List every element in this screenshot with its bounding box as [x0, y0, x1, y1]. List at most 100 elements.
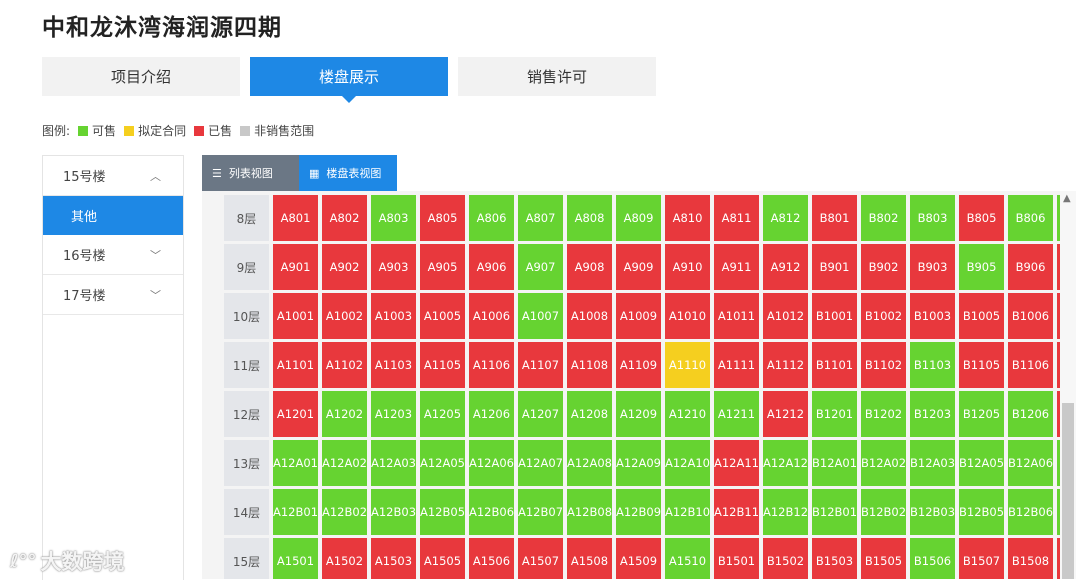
unit-cell[interactable]: B1001 — [812, 293, 857, 339]
unit-cell[interactable]: B12B06 — [1008, 489, 1053, 535]
unit-cell[interactable]: A802 — [322, 195, 367, 241]
unit-cell[interactable]: B12A02 — [861, 440, 906, 486]
unit-cell[interactable]: B806 — [1008, 195, 1053, 241]
unit-cell[interactable]: A1111 — [714, 342, 759, 388]
unit-cell[interactable]: B12A06 — [1008, 440, 1053, 486]
unit-cell[interactable]: A12A01 — [273, 440, 318, 486]
unit-cell[interactable]: A1101 — [273, 342, 318, 388]
tab-sales-permit[interactable]: 销售许可 — [458, 57, 656, 96]
unit-cell[interactable]: A903 — [371, 244, 416, 290]
unit-cell[interactable]: B1003 — [910, 293, 955, 339]
scrollbar-thumb[interactable] — [1062, 403, 1074, 579]
unit-cell[interactable]: B12B05 — [959, 489, 1004, 535]
unit-cell[interactable]: A1009 — [616, 293, 661, 339]
unit-cell[interactable]: B802 — [861, 195, 906, 241]
unit-cell[interactable]: A12A05 — [420, 440, 465, 486]
unit-cell[interactable]: A12B09 — [616, 489, 661, 535]
unit-cell[interactable]: A1509 — [616, 538, 661, 579]
tab-project-intro[interactable]: 项目介绍 — [42, 57, 240, 96]
unit-cell[interactable]: A912 — [763, 244, 808, 290]
unit-cell[interactable]: B905 — [959, 244, 1004, 290]
unit-cell[interactable]: A1210 — [665, 391, 710, 437]
unit-cell[interactable]: A911 — [714, 244, 759, 290]
unit-cell[interactable]: B803 — [910, 195, 955, 241]
unit-cell[interactable]: A12B11 — [714, 489, 759, 535]
unit-cell[interactable]: A12A12 — [763, 440, 808, 486]
unit-cell[interactable]: A1003 — [371, 293, 416, 339]
unit-cell[interactable]: B1102 — [861, 342, 906, 388]
unit-cell[interactable]: A1203 — [371, 391, 416, 437]
unit-cell[interactable]: A1103 — [371, 342, 416, 388]
unit-cell[interactable]: A1503 — [371, 538, 416, 579]
unit-cell[interactable]: B12B02 — [861, 489, 906, 535]
board-scrollbar[interactable]: ▲ — [1060, 191, 1076, 579]
unit-cell[interactable]: B1206 — [1008, 391, 1053, 437]
unit-cell[interactable]: A803 — [371, 195, 416, 241]
unit-cell[interactable]: A1207 — [518, 391, 563, 437]
unit-cell[interactable]: A901 — [273, 244, 318, 290]
unit-cell[interactable]: A1506 — [469, 538, 514, 579]
sidebar-item-building-15[interactable]: 15号楼 ︿ — [43, 156, 183, 196]
unit-cell[interactable]: B12B01 — [812, 489, 857, 535]
unit-cell[interactable]: A910 — [665, 244, 710, 290]
unit-cell[interactable]: A1001 — [273, 293, 318, 339]
unit-cell[interactable]: A12A02 — [322, 440, 367, 486]
unit-cell[interactable]: A12B01 — [273, 489, 318, 535]
unit-cell[interactable]: A1012 — [763, 293, 808, 339]
unit-cell[interactable]: B1505 — [861, 538, 906, 579]
unit-cell[interactable]: A1102 — [322, 342, 367, 388]
grid-view-tab[interactable]: ▦ 楼盘表视图 — [299, 155, 397, 191]
unit-cell[interactable]: B903 — [910, 244, 955, 290]
unit-cell[interactable]: B1005 — [959, 293, 1004, 339]
unit-cell[interactable]: A12B03 — [371, 489, 416, 535]
unit-cell[interactable]: A906 — [469, 244, 514, 290]
unit-cell[interactable]: B1002 — [861, 293, 906, 339]
unit-cell[interactable]: A1211 — [714, 391, 759, 437]
tab-building-display[interactable]: 楼盘展示 — [250, 57, 448, 103]
unit-cell[interactable]: B805 — [959, 195, 1004, 241]
unit-cell[interactable]: B902 — [861, 244, 906, 290]
unit-cell[interactable]: B1202 — [861, 391, 906, 437]
unit-cell[interactable]: A907 — [518, 244, 563, 290]
unit-cell[interactable]: A1507 — [518, 538, 563, 579]
unit-cell[interactable]: A909 — [616, 244, 661, 290]
unit-cell[interactable]: A1002 — [322, 293, 367, 339]
unit-cell[interactable]: A12B05 — [420, 489, 465, 535]
scroll-up-arrow-icon[interactable]: ▲ — [1063, 193, 1071, 204]
unit-cell[interactable]: A1212 — [763, 391, 808, 437]
unit-cell[interactable]: A1510 — [665, 538, 710, 579]
unit-cell[interactable]: B1105 — [959, 342, 1004, 388]
unit-cell[interactable]: A811 — [714, 195, 759, 241]
unit-cell[interactable]: A12B10 — [665, 489, 710, 535]
unit-cell[interactable]: B12A03 — [910, 440, 955, 486]
unit-cell[interactable]: A12A03 — [371, 440, 416, 486]
unit-cell[interactable]: A1112 — [763, 342, 808, 388]
unit-cell[interactable]: A1201 — [273, 391, 318, 437]
unit-cell[interactable]: B1501 — [714, 538, 759, 579]
unit-cell[interactable]: B801 — [812, 195, 857, 241]
unit-cell[interactable]: A1508 — [567, 538, 612, 579]
unit-cell[interactable]: A12B12 — [763, 489, 808, 535]
unit-cell[interactable]: A12A06 — [469, 440, 514, 486]
unit-cell[interactable]: B12A01 — [812, 440, 857, 486]
unit-cell[interactable]: A1502 — [322, 538, 367, 579]
unit-cell[interactable]: A809 — [616, 195, 661, 241]
unit-cell[interactable]: A805 — [420, 195, 465, 241]
unit-cell[interactable]: A808 — [567, 195, 612, 241]
unit-cell[interactable]: A1008 — [567, 293, 612, 339]
unit-cell[interactable]: B1201 — [812, 391, 857, 437]
unit-cell[interactable]: B1101 — [812, 342, 857, 388]
unit-cell[interactable]: A1205 — [420, 391, 465, 437]
unit-cell[interactable]: A1501 — [273, 538, 318, 579]
unit-cell[interactable]: A1209 — [616, 391, 661, 437]
unit-cell[interactable]: A12B06 — [469, 489, 514, 535]
unit-cell[interactable]: A12A11 — [714, 440, 759, 486]
unit-cell[interactable]: A12B02 — [322, 489, 367, 535]
unit-cell[interactable]: B1503 — [812, 538, 857, 579]
unit-cell[interactable]: A812 — [763, 195, 808, 241]
unit-cell[interactable]: B1506 — [910, 538, 955, 579]
unit-cell[interactable]: A12B07 — [518, 489, 563, 535]
unit-cell[interactable]: A801 — [273, 195, 318, 241]
unit-cell[interactable]: A1202 — [322, 391, 367, 437]
unit-cell[interactable]: A12A09 — [616, 440, 661, 486]
